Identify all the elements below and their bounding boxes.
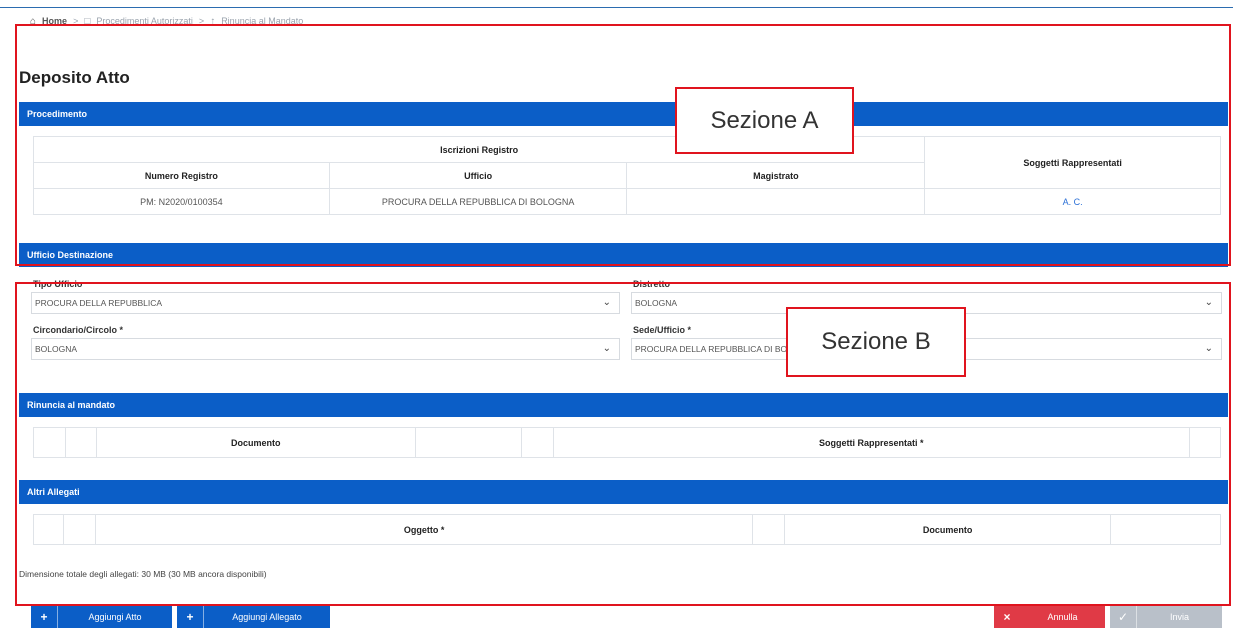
annotation-box-section-b	[15, 282, 1231, 606]
annulla-label: Annulla	[1047, 612, 1078, 622]
aggiungi-atto-label: Aggiungi Atto	[88, 612, 142, 622]
invia-label: Invia	[1169, 612, 1189, 622]
close-icon: ×	[1003, 610, 1011, 624]
annotation-label-section-b: Sezione B	[786, 307, 966, 377]
top-border	[0, 0, 1233, 8]
aggiungi-atto-button[interactable]: + Aggiungi Atto	[31, 606, 172, 628]
annotation-box-section-a	[15, 24, 1231, 266]
plus-icon: +	[186, 610, 194, 624]
plus-icon: +	[40, 610, 48, 624]
aggiungi-allegato-button[interactable]: + Aggiungi Allegato	[177, 606, 330, 628]
annotation-label-section-a: Sezione A	[675, 87, 854, 154]
check-icon: ✓	[1117, 610, 1129, 624]
aggiungi-allegato-label: Aggiungi Allegato	[232, 612, 302, 622]
annulla-button[interactable]: × Annulla	[994, 606, 1105, 628]
invia-button[interactable]: ✓ Invia	[1110, 606, 1222, 628]
